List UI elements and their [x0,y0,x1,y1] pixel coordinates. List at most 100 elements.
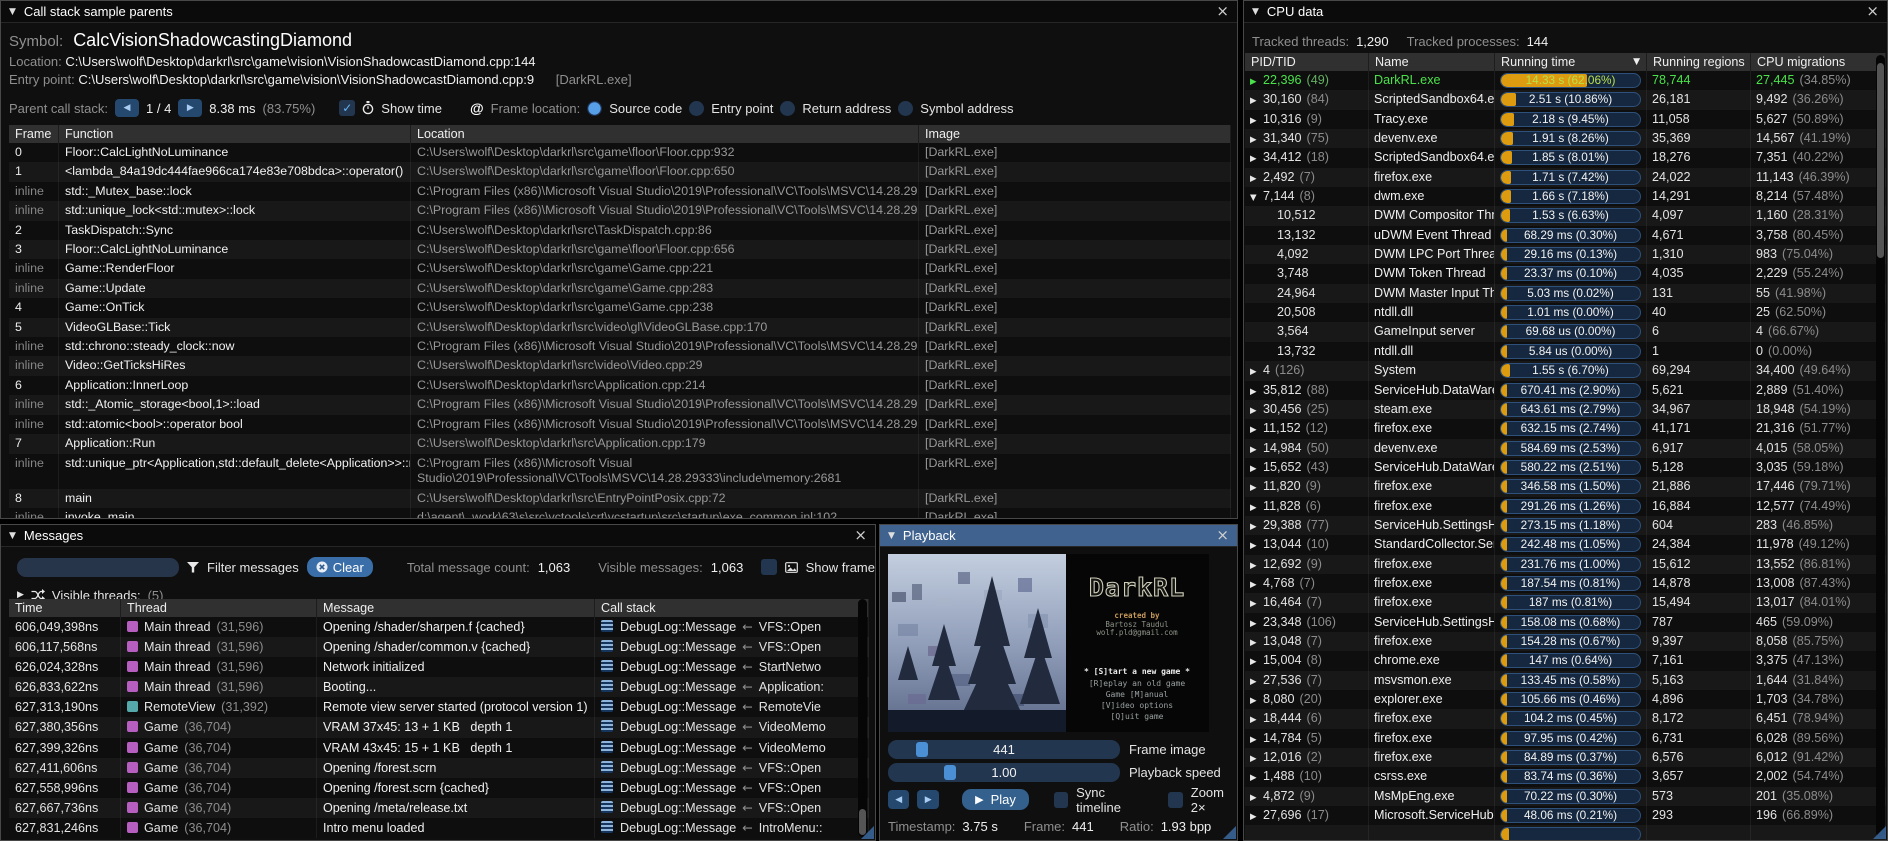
expand-icon[interactable]: ▶ [1250,363,1263,380]
column-cpu-migrations[interactable]: CPU migrations [1751,53,1886,71]
process-row[interactable]: 3,748 DWM Token Thread 23.37 ms (0.10%) … [1245,264,1886,283]
slider-grab[interactable] [916,742,928,757]
process-row[interactable]: 20,508 ntdll.dll 1.01 ms (0.00%) 40 25(6… [1245,303,1886,322]
column-pid-tid[interactable]: PID/TID [1245,53,1369,71]
message-row[interactable]: 627,667,736ns Game(36,704) Opening /meta… [9,798,869,818]
expand-icon[interactable]: ▶ [1250,557,1263,574]
process-row[interactable]: ▶16,464(7) firefox.exe 187 ms (0.81%) 15… [1245,593,1886,612]
show-time-checkbox[interactable]: ✓ [339,100,355,116]
expand-icon[interactable]: ▶ [1250,131,1263,148]
process-row[interactable]: ▶27,536(7) msvsmon.exe 133.45 ms (0.58%)… [1245,671,1886,690]
process-row[interactable]: ▶1,488(10) csrss.exe 83.74 ms (0.36%) 3,… [1245,767,1886,786]
column-location[interactable]: Location [411,125,919,143]
process-row[interactable]: ▶31,340(75) devenv.exe 1.91 s (8.26%) 35… [1245,129,1886,148]
process-row[interactable]: ▶29,388(77) ServiceHub.SettingsHost 273.… [1245,516,1886,535]
process-row[interactable]: ▶18,444(6) firefox.exe 104.2 ms (0.45%) … [1245,709,1886,728]
filter-input[interactable] [17,558,179,577]
message-row[interactable]: 626,833,622ns Main thread(31,596) Bootin… [9,677,869,697]
message-row[interactable]: 627,380,356ns Game(36,704) VRAM 37x45: 1… [9,717,869,737]
process-row[interactable]: ▶2,492(7) firefox.exe 1.71 s (7.42%) 24,… [1245,168,1886,187]
expand-icon[interactable]: ▶ [1250,73,1263,90]
show-time-label[interactable]: Show time [381,101,442,116]
process-row[interactable]: ▶30,160(84) ScriptedSandbox64.exe 2.51 s… [1245,90,1886,109]
radio-source-code[interactable] [587,101,602,116]
expand-icon[interactable]: ▶ [1250,634,1263,651]
zoom-2x-checkbox[interactable] [1168,792,1182,808]
playback-speed-slider[interactable]: 1.00 [888,763,1120,782]
column-function[interactable]: Function [59,125,411,143]
process-row[interactable]: ▶27,696(17) Microsoft.ServiceHub.Co 48.0… [1245,806,1886,825]
expand-icon[interactable]: ▶ [1250,150,1263,167]
expand-icon[interactable]: ▶ [1250,711,1263,728]
expand-icon[interactable]: ▶ [1250,112,1263,129]
cpu-scrollbar-thumb[interactable] [1877,63,1884,258]
process-row[interactable]: ▶13,044(10) StandardCollector.Servic 242… [1245,535,1886,554]
column-thread[interactable]: Thread [121,599,317,617]
expand-icon[interactable]: ▶ [1250,479,1263,496]
radio-return-address[interactable] [780,101,795,116]
frame-image-slider[interactable]: 441 [888,740,1120,759]
column-running-time[interactable]: Running time▼ [1495,53,1647,71]
collapse-icon[interactable]: ▼ [9,7,16,17]
radio-symbol-address[interactable] [898,101,913,116]
clear-button[interactable]: Clear [307,557,373,577]
resize-grip[interactable] [1223,826,1236,839]
expand-icon[interactable]: ▶ [1250,692,1263,709]
process-row[interactable]: ▶4,768(7) firefox.exe 187.54 ms (0.81%) … [1245,574,1886,593]
message-row[interactable]: 606,049,398ns Main thread(31,596) Openin… [9,617,869,637]
process-row[interactable]: ▶11,820(9) firefox.exe 346.58 ms (1.50%)… [1245,477,1886,496]
radio-entry-point[interactable] [689,101,704,116]
resize-grip[interactable] [1873,826,1886,839]
next-parent-button[interactable]: ▶ [178,99,202,117]
column-name[interactable]: Name [1369,53,1495,71]
expand-icon[interactable]: ▶ [1250,518,1263,535]
radio-source-code-label[interactable]: Source code [609,101,682,116]
process-row[interactable]: ▶30,456(25) steam.exe 643.61 ms (2.79%) … [1245,400,1886,419]
column-callstack[interactable]: Call stack [595,599,869,617]
expand-icon[interactable]: ▶ [1250,653,1263,670]
process-row[interactable]: ▶10,316(9) Tracy.exe 2.18 s (9.45%) 11,0… [1245,110,1886,129]
expand-icon[interactable]: ▶ [1250,615,1263,632]
sync-timeline-label[interactable]: Sync timeline [1076,785,1145,815]
expand-icon[interactable]: ▶ [1250,441,1263,458]
expand-icon[interactable]: ▶ [1250,576,1263,593]
expand-icon[interactable]: ▶ [1250,808,1263,825]
expand-icon[interactable]: ▶ [1250,789,1263,806]
sync-timeline-checkbox[interactable] [1054,792,1068,808]
process-row[interactable] [1245,825,1886,840]
cpu-table-header[interactable]: PID/TID Name Running time▼ Running regio… [1245,53,1886,71]
expand-icon[interactable]: ▶ [1250,92,1263,109]
message-row[interactable]: 627,399,326ns Game(36,704) VRAM 43x45: 1… [9,738,869,758]
callstack-table-header[interactable]: Frame Function Location Image [9,125,1231,143]
message-row[interactable]: 626,024,328ns Main thread(31,596) Networ… [9,657,869,677]
expand-icon[interactable]: ▼ [1250,189,1263,206]
process-row[interactable]: ▶4(126) System 1.55 s (6.70%) 69,294 34,… [1245,361,1886,380]
column-time[interactable]: Time [9,599,121,617]
prev-parent-button[interactable]: ◀ [115,99,139,117]
expand-icon[interactable]: ▶ [1250,383,1263,400]
messages-scrollbar[interactable] [858,599,867,837]
expand-icon[interactable]: ▶ [1250,769,1263,786]
process-row[interactable]: 24,964 DWM Master Input Thread 5.03 ms (… [1245,284,1886,303]
show-frame-checkbox[interactable] [761,559,777,575]
expand-icon[interactable]: ▶ [1250,170,1263,187]
expand-icon[interactable]: ▶ [1250,402,1263,419]
step-forward-button[interactable]: ▶ [917,790,938,809]
show-frame-label[interactable]: Show frame [806,560,875,575]
process-row[interactable]: ▶23,348(106) ServiceHub.SettingsHost 158… [1245,613,1886,632]
process-row[interactable]: ▶22,396(49) DarkRL.exe 14.33 s (62.06%) … [1245,71,1886,90]
process-row[interactable]: 13,732 ntdll.dll 5.84 us (0.00%) 1 0(0.0… [1245,342,1886,361]
step-back-button[interactable]: ◀ [888,790,909,809]
process-row[interactable]: ▶4,872(9) MsMpEng.exe 70.22 ms (0.30%) 5… [1245,787,1886,806]
process-row[interactable]: ▶8,080(20) explorer.exe 105.66 ms (0.46%… [1245,690,1886,709]
process-row[interactable]: ▶13,048(7) firefox.exe 154.28 ms (0.67%)… [1245,632,1886,651]
message-row[interactable]: 627,558,996ns Game(36,704) Opening /fore… [9,778,869,798]
messages-table-header[interactable]: Time Thread Message Call stack [9,599,869,617]
column-running-regions[interactable]: Running regions [1647,53,1751,71]
process-row[interactable]: 4,092 DWM LPC Port Thread 29.16 ms (0.13… [1245,245,1886,264]
message-row[interactable]: 627,313,190ns RemoteView(31,392) Remote … [9,697,869,717]
zoom-2x-label[interactable]: Zoom 2× [1191,785,1237,815]
message-row[interactable]: 606,117,568ns Main thread(31,596) Openin… [9,637,869,657]
expand-icon[interactable]: ▶ [1250,460,1263,477]
process-row[interactable]: ▶12,016(2) firefox.exe 84.89 ms (0.37%) … [1245,748,1886,767]
